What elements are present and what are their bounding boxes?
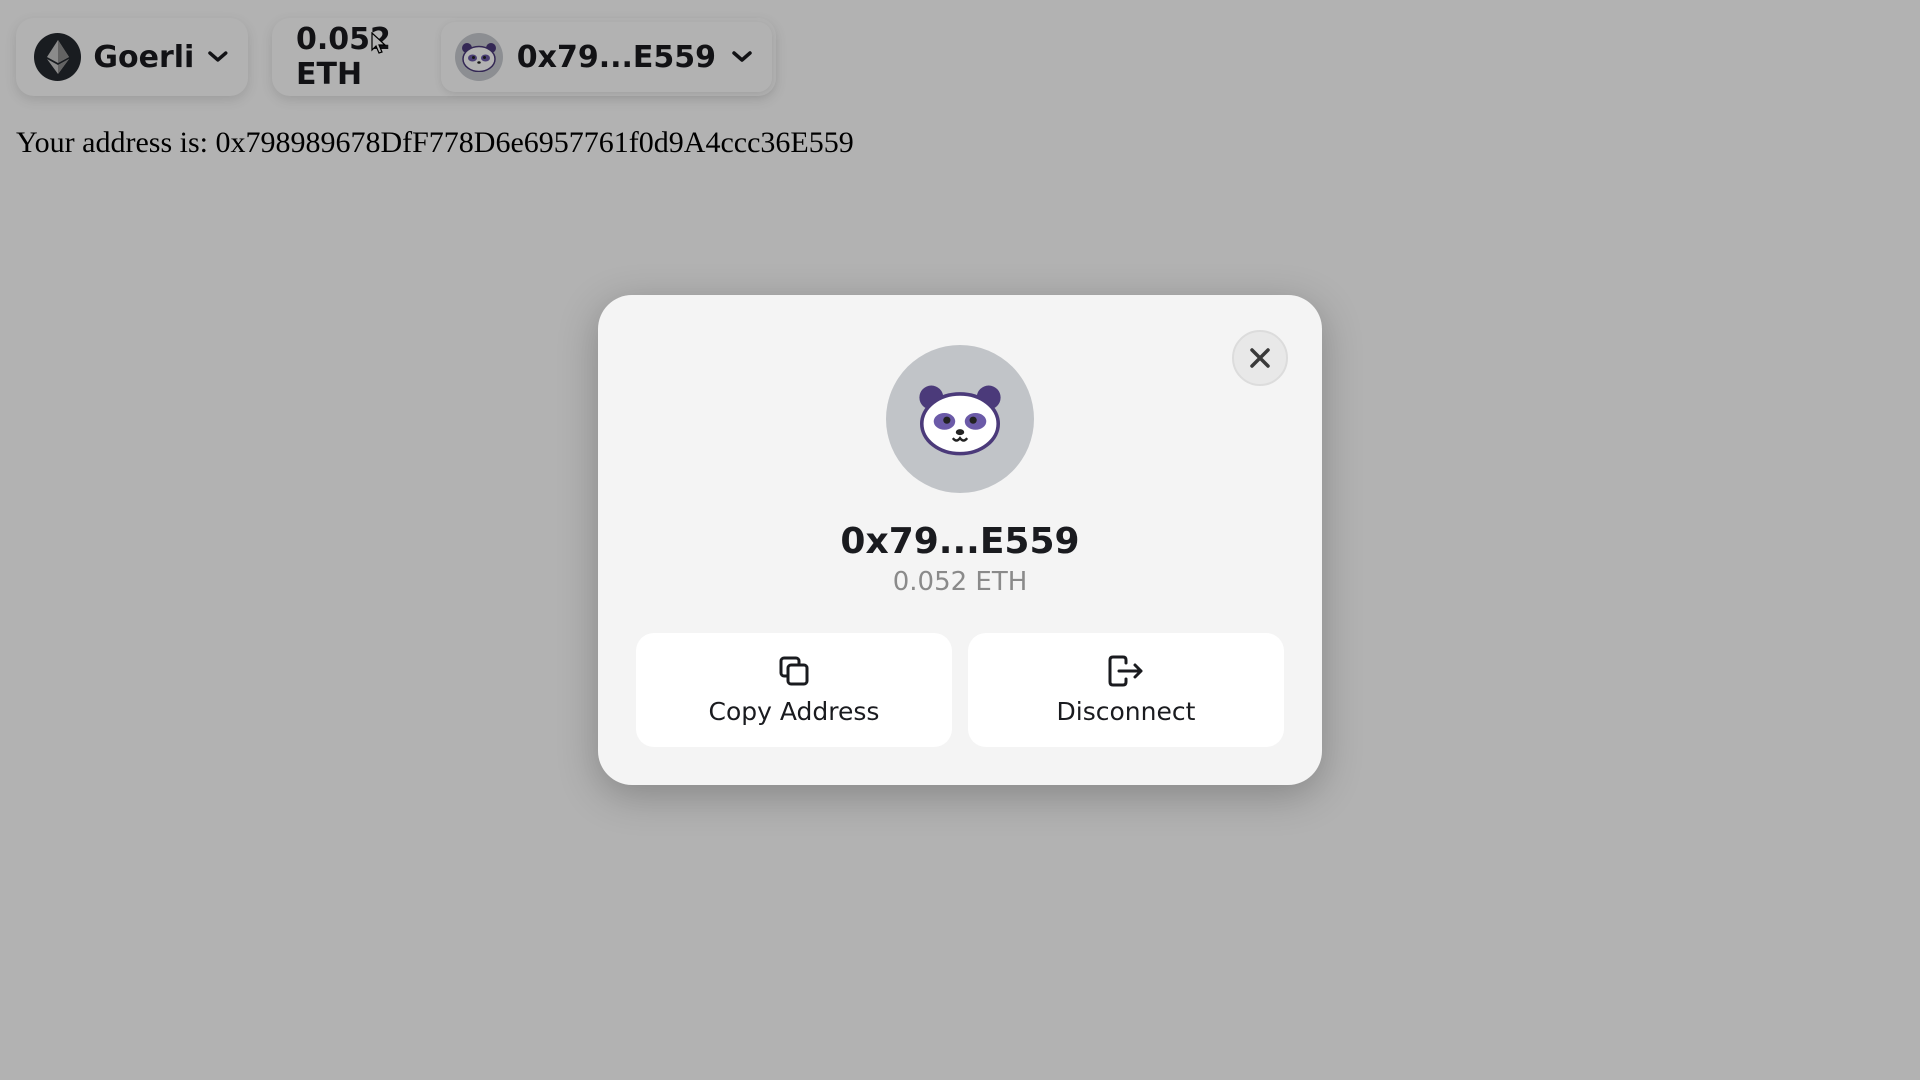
copy-address-button[interactable]: Copy Address (636, 633, 952, 747)
disconnect-button[interactable]: Disconnect (968, 633, 1284, 747)
avatar (886, 345, 1034, 493)
account-modal: 0x79...E559 0.052 ETH Copy Address Disco… (598, 295, 1322, 785)
copy-address-label: Copy Address (708, 696, 880, 726)
close-button[interactable] (1232, 330, 1288, 386)
panda-icon (919, 385, 1001, 456)
disconnect-label: Disconnect (1056, 696, 1196, 726)
copy-icon (779, 656, 809, 685)
disconnect-icon (1108, 655, 1143, 686)
modal-balance: 0.052 ETH (892, 567, 1028, 597)
close-icon (1250, 348, 1270, 368)
modal-address: 0x79...E559 (840, 521, 1080, 562)
